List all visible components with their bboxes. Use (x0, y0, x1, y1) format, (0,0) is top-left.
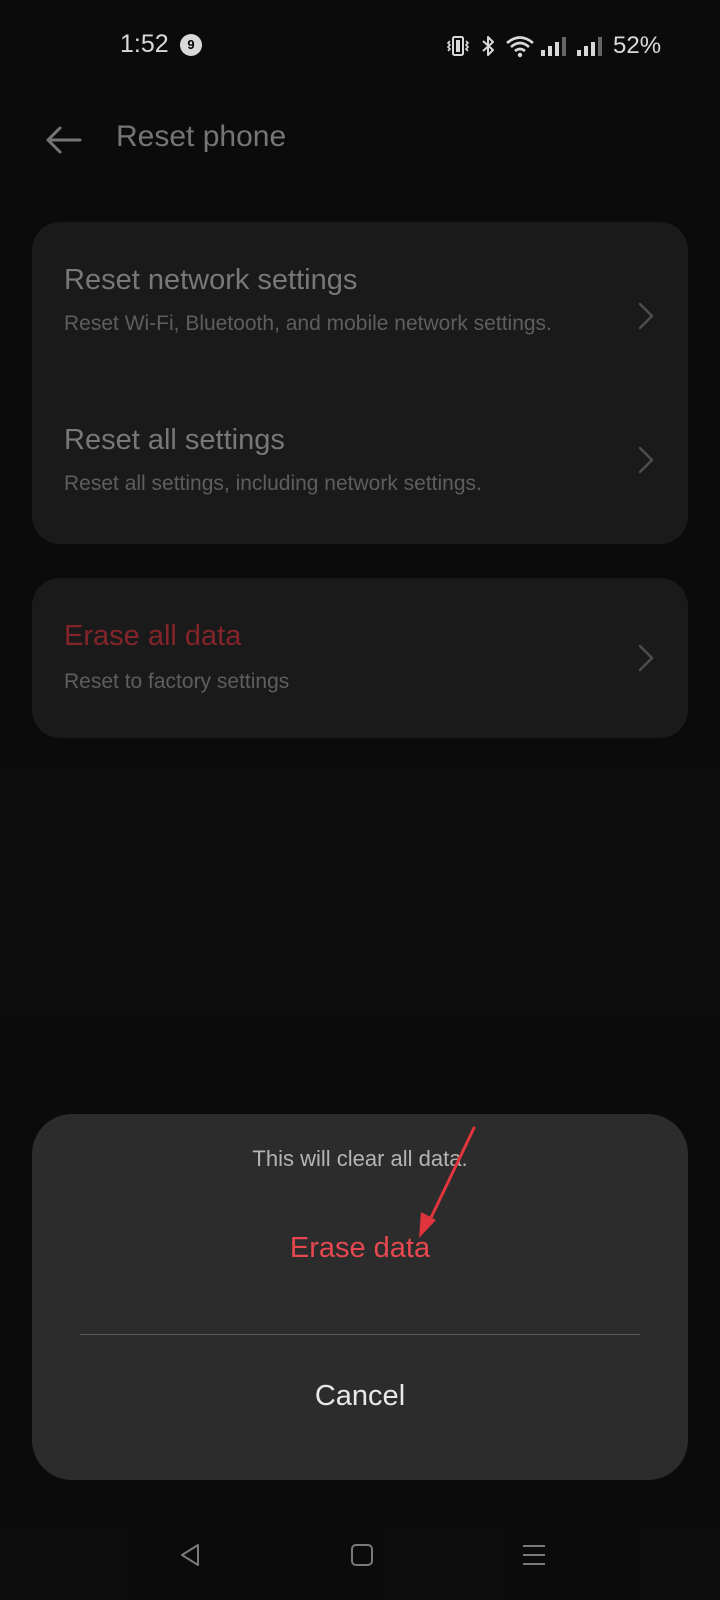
nav-home-button[interactable] (332, 1530, 392, 1580)
home-square-icon (351, 1544, 373, 1566)
menu-lines-icon (523, 1545, 545, 1565)
back-triangle-icon (181, 1544, 199, 1566)
dialog-message: This will clear all data. (252, 1146, 468, 1171)
system-nav-bar (0, 1530, 720, 1580)
nav-recents-button[interactable] (504, 1530, 564, 1580)
nav-back-button[interactable] (160, 1530, 220, 1580)
dialog-divider (80, 1334, 640, 1335)
cancel-button[interactable]: Cancel (32, 1360, 688, 1432)
erase-data-button[interactable]: Erase data (32, 1212, 688, 1284)
erase-confirm-dialog: This will clear all data. Erase data Can… (32, 1114, 688, 1480)
